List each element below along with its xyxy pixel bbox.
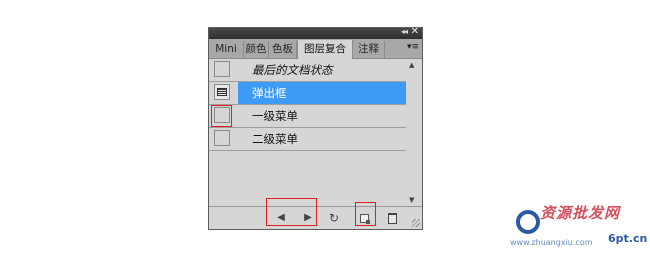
scroll-up-icon[interactable]: ▲ (409, 61, 414, 69)
tab-mini[interactable]: Mini (209, 41, 244, 58)
list-item-label: 最后的文档状态 (252, 63, 333, 77)
update-comp-button[interactable]: ↻ (327, 211, 341, 225)
highlight-checkbox-box (211, 105, 232, 127)
tab-color[interactable]: 颜色 (244, 41, 269, 58)
resize-grip-icon[interactable] (412, 219, 420, 227)
watermark: 资源批发网 www.zhuangxiu.com 6pt.cn (510, 200, 650, 255)
comp-apply-checkbox[interactable] (214, 61, 230, 77)
list-scrollbar[interactable]: ▲ ▼ (406, 59, 422, 206)
list-item-label: 二级菜单 (252, 132, 298, 146)
comp-apply-checkbox[interactable] (214, 130, 230, 146)
list-item-level-one-menu[interactable]: 一级菜单 (209, 105, 406, 128)
close-icon[interactable]: ✕ (411, 26, 419, 37)
list-item-popup[interactable]: 弹出框 (209, 82, 406, 105)
layer-comps-list: 最后的文档状态 弹出框 一级菜单 二级菜单 (209, 59, 406, 181)
watermark-tag: 6pt.cn (608, 232, 648, 245)
watermark-title: 资源批发网 (540, 204, 621, 222)
list-item-label: 弹出框 (238, 82, 406, 104)
comp-applied-icon[interactable] (214, 84, 230, 100)
list-item-label: 一级菜单 (252, 109, 298, 123)
watermark-logo-icon (516, 210, 540, 234)
panel-menu-icon[interactable]: ▾≡ (407, 42, 419, 52)
tab-notes[interactable]: 注释 (353, 41, 385, 58)
tab-swatches[interactable]: 色板 (269, 41, 297, 58)
collapse-icon[interactable]: ◂◂ (401, 27, 408, 36)
scroll-down-icon[interactable]: ▼ (409, 196, 414, 204)
tab-layer-comps[interactable]: 图层复合 (297, 40, 353, 59)
list-item-level-two-menu[interactable]: 二级菜单 (209, 128, 406, 151)
highlight-new-comp-box (355, 202, 376, 226)
list-item-last-document-state[interactable]: 最后的文档状态 (209, 59, 406, 82)
panel-titlebar: ◂◂ ✕ (209, 26, 422, 39)
watermark-url: www.zhuangxiu.com (510, 238, 593, 247)
panel-tabs: Mini 颜色 色板 图层复合 注释 ▾≡ (209, 39, 422, 59)
trash-icon (388, 213, 397, 224)
highlight-nav-buttons-box (266, 198, 317, 226)
delete-comp-button[interactable] (385, 211, 399, 225)
